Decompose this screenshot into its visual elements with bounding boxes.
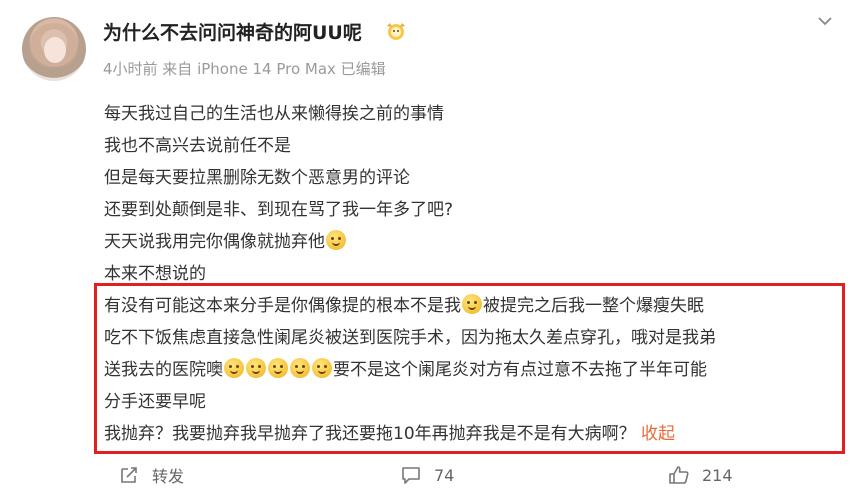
comment-button[interactable]: 74 xyxy=(400,458,454,492)
chevron-down-icon[interactable] xyxy=(816,12,834,30)
avatar-face xyxy=(44,37,66,63)
like-count: 214 xyxy=(702,465,733,485)
comment-icon xyxy=(402,467,420,484)
post-meta: 4小时前 来自 iPhone 14 Pro Max 已编辑 xyxy=(103,60,386,78)
like-button[interactable]: 214 xyxy=(668,458,733,492)
highlight-box xyxy=(94,283,845,454)
post-line: 我也不高兴去说前任不是 xyxy=(104,136,291,156)
post-line: 还要到处颠倒是非、到现在骂了我一年多了吧? xyxy=(104,200,454,220)
thumbs-up-icon xyxy=(669,466,689,484)
repost-label: 转发 xyxy=(152,467,185,486)
action-bar: 转发 74 214 xyxy=(0,458,856,502)
comment-count: 74 xyxy=(434,465,455,485)
post-line: 每天我过自己的生活也从来懒得挨之前的事情 xyxy=(104,104,444,124)
avatar[interactable] xyxy=(22,17,86,81)
post-line: 但是每天要拉黑删除无数个恶意男的评论 xyxy=(104,168,410,188)
vip-badge-icon xyxy=(387,23,405,40)
repost-icon xyxy=(121,467,137,483)
username[interactable]: 为什么不去问问神奇的阿UU呢 xyxy=(103,18,362,45)
smile-emoji-icon xyxy=(326,230,346,250)
post-line: 天天说我用完你偶像就抛弃他 xyxy=(104,226,834,258)
repost-button[interactable]: 转发 xyxy=(118,458,184,492)
